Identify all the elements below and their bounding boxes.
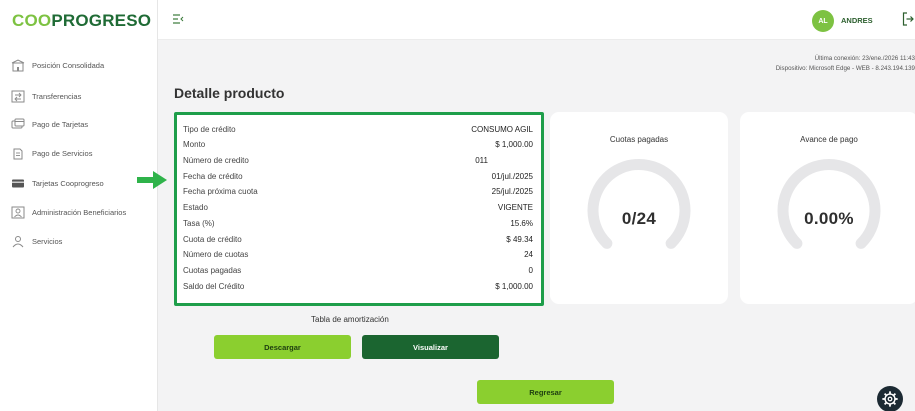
detail-value: $ 49.34: [506, 235, 533, 244]
settings-gear-icon[interactable]: [877, 386, 903, 411]
sidebar-item-label: Pago de Servicios: [32, 148, 93, 158]
detail-value: CONSUMO AGIL: [471, 125, 533, 134]
detail-label: Estado: [183, 203, 208, 212]
detail-row: Monto $ 1,000.00: [183, 140, 533, 149]
detail-label: Fecha próxima cuota: [183, 187, 258, 196]
sidebar-item-label: Transferencias: [32, 91, 82, 101]
detail-value: 01/jul./2025: [491, 172, 533, 181]
detail-row: Fecha próxima cuota 25/jul./2025: [183, 187, 533, 196]
sidebar-item-pago-tarjetas[interactable]: Pago de Tarjetas: [11, 115, 88, 133]
device-text: Dispositivo: Microsoft Edge - WEB - 8.24…: [775, 65, 915, 72]
sidebar-item-posicion-consolidada[interactable]: Posición Consolidada: [11, 56, 104, 74]
sidebar-item-label: Servicios: [32, 236, 63, 246]
logout-icon[interactable]: [902, 12, 914, 26]
detail-row: Estado VIGENTE: [183, 203, 533, 212]
username-label[interactable]: ANDRES: [841, 16, 873, 25]
building-icon: [11, 58, 25, 72]
credit-card-icon: [11, 177, 25, 190]
connection-info: Última conexión: 23/ene./2026 11:43 Disp…: [776, 54, 915, 74]
service-payment-icon: [11, 147, 25, 160]
installments-paid-card: Cuotas pagadas 0/24: [550, 112, 728, 304]
detail-row: Número de credito 011: [183, 156, 533, 165]
detail-label: Fecha de crédito: [183, 172, 243, 181]
menu-collapse-icon[interactable]: [172, 12, 184, 26]
back-button[interactable]: Regresar: [477, 380, 614, 404]
sidebar-item-label: Tarjetas Cooprogreso: [32, 178, 104, 188]
last-login-text: Última conexión: 23/ene./2026 11:43: [814, 55, 915, 62]
payment-progress-card: Avance de pago 0.00%: [740, 112, 915, 304]
detail-label: Número de cuotas: [183, 250, 249, 259]
credit-detail-card: Tipo de crédito CONSUMO AGIL Monto $ 1,000…: [174, 112, 544, 306]
payment-progress-value: 0.00%: [804, 209, 854, 228]
detail-value: 25/jul./2025: [491, 187, 533, 196]
top-bar: AL ANDRES: [158, 0, 915, 40]
detail-value: $ 1,000.00: [495, 140, 533, 149]
detail-label: Número de credito: [183, 156, 249, 165]
view-button[interactable]: Visualizar: [362, 335, 499, 359]
transfer-icon: [11, 90, 25, 103]
page-title: Detalle producto: [174, 85, 285, 101]
detail-row: Número de cuotas 24: [183, 250, 533, 259]
brand-logo-part2: PROGRESO: [51, 11, 152, 30]
sidebar-item-servicios[interactable]: Servicios: [11, 232, 62, 250]
download-button[interactable]: Descargar: [214, 335, 351, 359]
sidebar: COOPROGRESO Posición Consolidada Transfe…: [0, 0, 158, 411]
installments-paid-value: 0/24: [621, 209, 657, 228]
beneficiaries-icon: [11, 206, 25, 219]
detail-value: VIGENTE: [497, 203, 533, 212]
avatar[interactable]: AL: [812, 10, 834, 32]
brand-logo-part1: COO: [12, 11, 52, 30]
sidebar-item-label: Posición Consolidada: [32, 60, 105, 70]
services-icon: [11, 235, 25, 248]
payment-progress-gauge: [777, 159, 881, 249]
detail-label: Cuotas pagadas: [183, 266, 242, 275]
detail-label: Tasa (%): [183, 219, 215, 228]
detail-label: Tipo de crédito: [183, 125, 236, 134]
detail-value: 011: [475, 156, 488, 165]
sidebar-item-pago-servicios[interactable]: Pago de Servicios: [11, 144, 92, 162]
detail-row: Cuota de crédito $ 49.34: [183, 235, 533, 244]
arrow-right-icon: [137, 171, 167, 189]
detail-value: $ 1,000.00: [495, 282, 533, 291]
detail-row: Saldo del Crédito $ 1,000.00: [183, 282, 533, 291]
detail-value: 15.6%: [510, 219, 533, 228]
detail-label: Cuota de crédito: [183, 235, 242, 244]
sidebar-item-label: Pago de Tarjetas: [32, 119, 89, 129]
sidebar-item-label: Administración Beneficiarios: [32, 207, 127, 217]
amortization-label: Tabla de amortización: [311, 315, 389, 324]
detail-row: Tasa (%) 15.6%: [183, 219, 533, 228]
detail-value: 0: [528, 266, 533, 275]
sidebar-item-transferencias[interactable]: Transferencias: [11, 87, 81, 105]
sidebar-item-administracion-beneficiarios[interactable]: Administración Beneficiarios: [11, 203, 126, 221]
detail-label: Saldo del Crédito: [183, 282, 245, 291]
detail-row: Tipo de crédito CONSUMO AGIL: [183, 125, 533, 134]
detail-row: Fecha de crédito 01/jul./2025: [183, 172, 533, 181]
detail-label: Monto: [183, 140, 206, 149]
installments-paid-title: Cuotas pagadas: [609, 135, 669, 144]
installments-gauge: [587, 159, 691, 249]
detail-row: Cuotas pagadas 0: [183, 266, 533, 275]
detail-value: 24: [524, 250, 533, 259]
brand-logo[interactable]: COOPROGRESO: [12, 11, 151, 31]
sidebar-item-tarjetas-cooprogreso[interactable]: Tarjetas Cooprogreso: [11, 174, 104, 192]
payment-progress-title: Avance de pago: [800, 135, 858, 144]
card-payment-icon: [11, 118, 25, 131]
gauge-track: [587, 159, 691, 249]
gauge-track: [777, 159, 881, 249]
